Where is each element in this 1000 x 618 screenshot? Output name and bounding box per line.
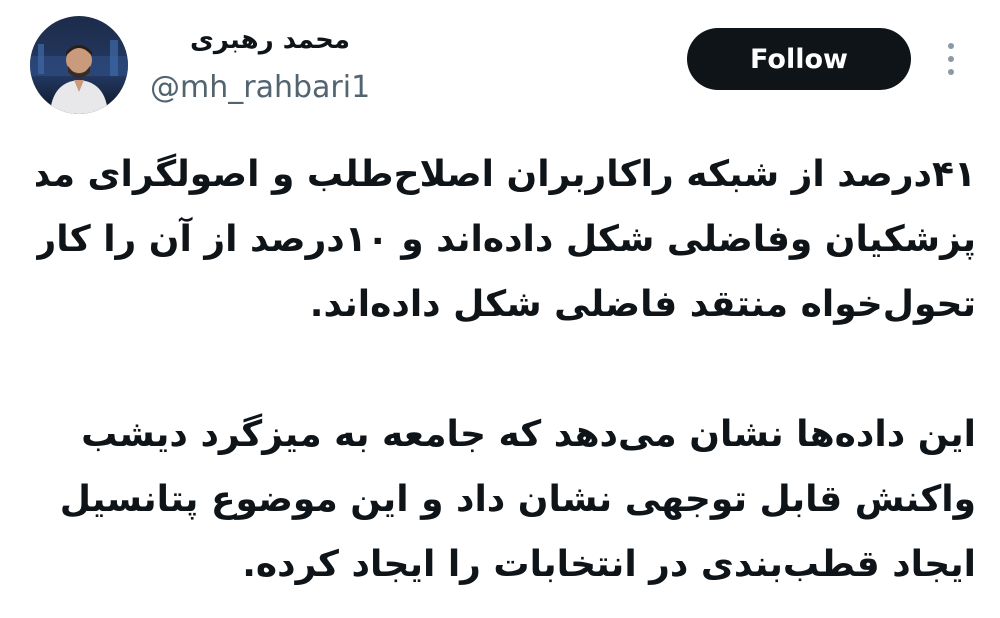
- tweet-line: پزشکیان وفاضلی شکل داده‌اند و ۱۰درصد از …: [36, 219, 976, 260]
- tweet-line: این داده‌ها نشان می‌دهد که جامعه به میزگ…: [81, 414, 976, 455]
- more-dot: [948, 43, 954, 49]
- author-handle[interactable]: @mh_rahbari1: [150, 68, 370, 108]
- tweet-line: ۴۱درصد از شبکه راکاربران اصلاح‌طلب و اصو…: [36, 154, 976, 195]
- more-dot: [948, 69, 954, 75]
- follow-button[interactable]: Follow: [687, 28, 911, 90]
- more-vertical-icon[interactable]: [936, 34, 966, 84]
- profile-photo: [30, 16, 128, 114]
- author-display-name[interactable]: محمد رهبری: [150, 20, 350, 60]
- tweet-line: ایجاد قطب‌بندی در انتخابات را ایجاد کرده…: [242, 544, 976, 585]
- tweet-text: ۴۱درصد از شبکه راکاربران اصلاح‌طلب و اصو…: [36, 142, 976, 597]
- tweet-line: تحول‌خواه منتقد فاضلی شکل داده‌اند.: [309, 284, 976, 325]
- more-dot: [948, 56, 954, 62]
- avatar[interactable]: [30, 16, 128, 114]
- tweet-line: واکنش قابل توجهی نشان داد و این موضوع پت…: [59, 479, 976, 520]
